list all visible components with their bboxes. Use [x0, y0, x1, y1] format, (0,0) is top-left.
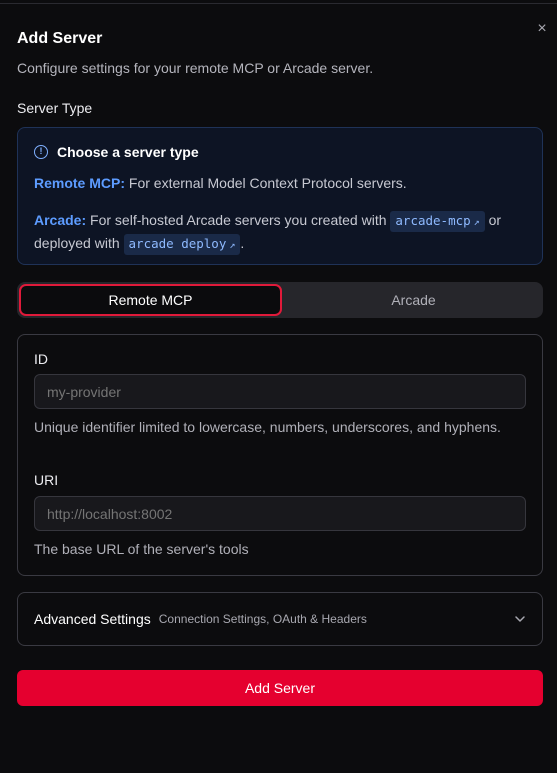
server-form: ID Unique identifier limited to lowercas…	[17, 334, 543, 576]
info-heading: Choose a server type	[57, 144, 199, 160]
id-help-text: Unique identifier limited to lowercase, …	[34, 419, 501, 435]
uri-input[interactable]	[34, 496, 526, 531]
tab-remote-mcp[interactable]: Remote MCP	[19, 284, 282, 316]
uri-label: URI	[34, 472, 59, 488]
remote-mcp-description: Remote MCP: For external Model Context P…	[34, 175, 407, 191]
arcade-mcp-link[interactable]: arcade-mcp ↗	[390, 211, 485, 232]
advanced-settings-toggle[interactable]: Advanced Settings Connection Settings, O…	[17, 592, 543, 646]
arcade-term: Arcade:	[34, 212, 87, 228]
id-label: ID	[34, 351, 48, 367]
server-type-tabs: Remote MCP Arcade	[17, 282, 543, 318]
add-server-button[interactable]: Add Server	[17, 670, 543, 706]
uri-help-text: The base URL of the server's tools	[34, 541, 249, 557]
top-divider	[0, 0, 557, 4]
info-heading-row: ! Choose a server type	[34, 144, 199, 160]
server-type-info-box: ! Choose a server type Remote MCP: For e…	[17, 127, 543, 265]
arcade-text: For self-hosted Arcade servers you creat…	[86, 212, 391, 228]
dialog-title: Add Server	[17, 30, 103, 47]
dialog-subtitle: Configure settings for your remote MCP o…	[17, 60, 374, 76]
arcade-deploy-chip-text: arcade deploy	[128, 236, 227, 251]
close-icon[interactable]: ×	[533, 20, 551, 38]
arcade-description: Arcade: For self-hosted Arcade servers y…	[34, 209, 534, 255]
remote-mcp-term: Remote MCP:	[34, 175, 126, 191]
advanced-settings-subtitle: Connection Settings, OAuth & Headers	[158, 612, 367, 626]
advanced-settings-title: Advanced Settings	[34, 611, 151, 627]
arcade-mcp-chip-text: arcade-mcp	[395, 213, 471, 228]
tab-arcade[interactable]: Arcade	[284, 282, 543, 318]
arcade-deploy-link[interactable]: arcade deploy ↗	[123, 234, 241, 255]
external-link-icon: ↗	[473, 217, 480, 228]
server-type-label: Server Type	[17, 100, 93, 116]
period-text: .	[240, 235, 245, 251]
info-icon: !	[34, 145, 48, 159]
external-link-icon: ↗	[229, 240, 236, 251]
remote-mcp-text: For external Model Context Protocol serv…	[125, 175, 407, 191]
chevron-down-icon	[514, 612, 526, 626]
id-input[interactable]	[34, 374, 526, 409]
